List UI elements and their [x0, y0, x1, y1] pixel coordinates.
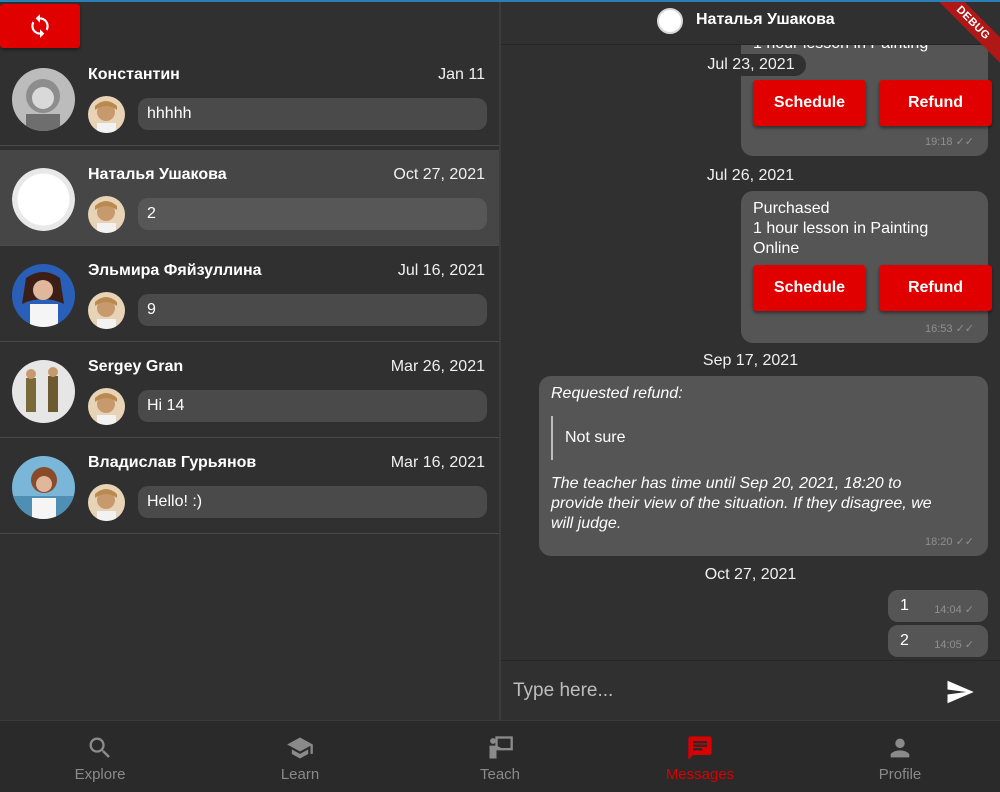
message-preview: 2 — [138, 198, 487, 230]
sender-avatar — [88, 388, 125, 425]
chat-title: Наталья Ушакова — [696, 11, 835, 28]
sender-avatar — [88, 96, 125, 133]
nav-messages[interactable]: Messages — [600, 721, 800, 792]
conversation-name: Эльмира Фяйзуллина — [88, 262, 262, 279]
chat-message: 2 14:05 ✓ — [888, 625, 988, 657]
message-time: 14:05 ✓ — [934, 639, 974, 651]
conversation-date: Jul 16, 2021 — [397, 262, 485, 279]
date-separator: Sep 17, 2021 — [702, 352, 799, 369]
sender-avatar — [88, 292, 125, 329]
message-composer: Type here... — [501, 660, 1000, 720]
nav-learn[interactable]: Learn — [200, 721, 400, 792]
double-check-icon: ✓✓ — [955, 323, 974, 335]
chat-header: Наталья Ушакова DEBUG — [501, 2, 1000, 69]
nav-label: Explore — [74, 766, 126, 783]
conversation-item[interactable]: Владислав Гурьянов Mar 16, 2021 Hello! :… — [0, 438, 499, 534]
search-icon — [89, 737, 110, 758]
send-icon[interactable] — [945, 677, 975, 707]
schedule-button[interactable]: Schedule — [753, 80, 866, 126]
message-time: 18:20 ✓✓ — [924, 536, 974, 548]
conversation-item[interactable]: Наталья Ушакова Oct 27, 2021 2 — [0, 150, 499, 246]
check-icon: ✓ — [964, 639, 974, 651]
nav-label: Profile — [878, 766, 922, 783]
bottom-navigation: Explore Learn Teach Messages Profile — [0, 720, 1000, 792]
message-text: Online — [753, 240, 800, 257]
graduation-cap-icon — [287, 737, 313, 759]
double-check-icon: ✓✓ — [955, 536, 974, 548]
sender-avatar — [88, 196, 125, 233]
nav-label: Learn — [280, 766, 320, 783]
conversation-date: Mar 26, 2021 — [390, 358, 485, 375]
conversation-list: Константин Jan 11 hhhhh Наталья Ушакова … — [0, 2, 499, 720]
avatar — [12, 68, 75, 131]
nav-label: Messages — [665, 766, 735, 783]
refund-button[interactable]: Refund — [879, 80, 992, 126]
message-preview: hhhhh — [138, 98, 487, 130]
conversation-name: Константин — [88, 66, 180, 83]
message-time: 19:18 ✓✓ — [924, 136, 974, 148]
avatar — [12, 168, 75, 231]
chat-message: 1 14:04 ✓ — [888, 590, 988, 622]
message-icon — [688, 736, 712, 760]
person-icon — [890, 738, 910, 758]
message-time: 14:04 ✓ — [934, 604, 974, 616]
nav-label: Teach — [479, 766, 521, 783]
avatar — [12, 360, 75, 423]
message-preview: Hi 14 — [138, 390, 487, 422]
check-icon: ✓ — [964, 604, 974, 616]
purchase-message: Purchased 1 hour lesson in Painting Onli… — [741, 191, 992, 343]
avatar — [12, 456, 75, 519]
message-time: 16:53 ✓✓ — [924, 323, 974, 335]
refund-body: The teacher has time until Sep 20, 2021,… — [551, 475, 902, 492]
nav-teach[interactable]: Teach — [400, 721, 600, 792]
refresh-icon — [31, 14, 49, 38]
date-separator: Jul 26, 2021 — [706, 167, 795, 184]
refund-button[interactable]: Refund — [879, 265, 992, 311]
conversation-item[interactable]: Эльмира Фяйзуллина Jul 16, 2021 9 — [0, 246, 499, 342]
refund-request-message: Requested refund: Not sure The teacher h… — [539, 376, 988, 556]
message-preview: 9 — [138, 294, 487, 326]
refund-body: will judge. — [551, 515, 622, 532]
conversation-date: Oct 27, 2021 — [393, 166, 485, 183]
avatar — [12, 264, 75, 327]
chat-pane: Наталья Ушакова DEBUG 1 hour lesson in P… — [501, 2, 1000, 720]
message-text: 1 — [900, 597, 909, 614]
nav-profile[interactable]: Profile — [800, 721, 1000, 792]
message-input[interactable]: Type here... — [513, 680, 613, 702]
conversation-name: Наталья Ушакова — [88, 166, 227, 183]
nav-explore[interactable]: Explore — [0, 721, 200, 792]
chat-avatar — [657, 8, 683, 34]
app: Константин Jan 11 hhhhh Наталья Ушакова … — [0, 0, 1000, 792]
conversation-item[interactable]: Sergey Gran Mar 26, 2021 Hi 14 — [0, 342, 499, 438]
double-check-icon: ✓✓ — [955, 136, 974, 148]
schedule-button[interactable]: Schedule — [753, 265, 866, 311]
conversation-name: Sergey Gran — [88, 358, 184, 375]
refund-body: provide their view of the situation. If … — [551, 495, 932, 512]
conversation-item[interactable]: Константин Jan 11 hhhhh — [0, 50, 499, 146]
message-text: Purchased — [753, 200, 830, 217]
conversation-date: Mar 16, 2021 — [390, 454, 485, 471]
conversation-name: Владислав Гурьянов — [88, 454, 257, 471]
message-text: 1 hour lesson in Painting — [753, 220, 929, 237]
conversation-date: Jan 11 — [438, 66, 485, 83]
message-text: 2 — [900, 632, 909, 649]
message-preview: Hello! :) — [138, 486, 487, 518]
teacher-board-icon — [489, 736, 513, 759]
refund-heading: Requested refund: — [551, 385, 683, 402]
refresh-button[interactable] — [0, 4, 80, 48]
sender-avatar — [88, 484, 125, 521]
date-separator: Oct 27, 2021 — [704, 566, 797, 583]
date-separator: Jul 23, 2021 — [696, 54, 806, 76]
refund-reason-quote: Not sure — [551, 416, 625, 460]
